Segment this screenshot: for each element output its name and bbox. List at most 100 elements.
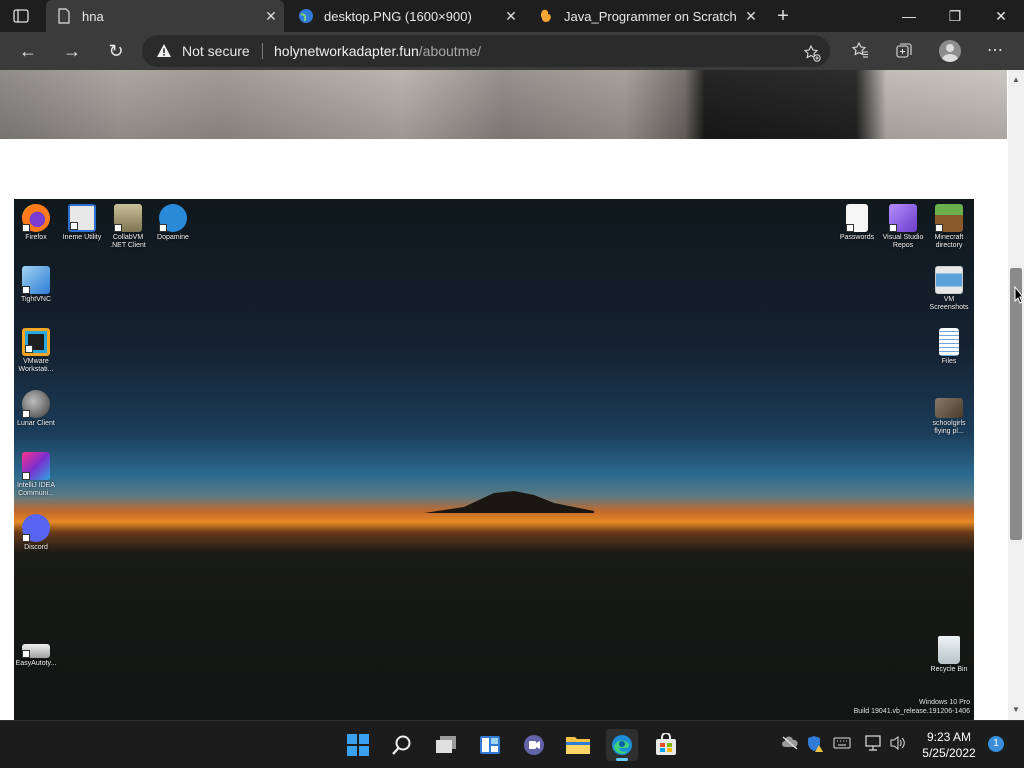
windows-watermark: Windows 10 Pro Build 19041.vb_release.19… — [854, 698, 970, 716]
tab-actions-icon[interactable] — [12, 7, 30, 25]
system-clock[interactable]: 9:23 AM 5/25/2022 — [914, 729, 984, 761]
more-icon[interactable]: ⋯ — [985, 41, 1005, 61]
tab-title: hna — [82, 8, 104, 24]
desktop-icon-files: Files — [925, 328, 973, 366]
close-window-button[interactable]: ✕ — [978, 0, 1024, 32]
tab-hna[interactable]: hna ✕ — [46, 0, 284, 32]
tab-title: Java_Programmer on Scratch — [564, 8, 737, 24]
back-button[interactable]: ← — [13, 36, 43, 66]
keyboard-icon[interactable] — [832, 735, 852, 755]
web-page: Firefox Ineme Utility CollabVM .NET Clie… — [0, 70, 1008, 720]
defender-warning-icon[interactable] — [805, 735, 825, 755]
desktop-icon-label: Minecraft directory — [934, 234, 964, 249]
desktop-icon-minecraft: Minecraft directory — [925, 204, 973, 250]
intellij-icon — [22, 452, 50, 480]
browser-tab-strip: hna ✕ desktop.PNG (1600×900) ✕ Java_Prog… — [0, 0, 1024, 32]
mouse-cursor-icon — [1014, 286, 1024, 304]
file-explorer-icon[interactable] — [562, 729, 594, 761]
desktop-icon-label: Lunar Client — [17, 420, 55, 427]
task-view-icon[interactable] — [430, 729, 462, 761]
tab-desktop-png[interactable]: desktop.PNG (1600×900) ✕ — [288, 0, 524, 32]
url-text[interactable]: holynetworkadapter.fun/aboutme/ — [274, 43, 481, 59]
recycle-bin-icon — [938, 636, 960, 664]
desktop-icon-label: Ineme Utility — [62, 234, 102, 241]
desktop-icon-label: EasyAutoty... — [15, 660, 57, 667]
volume-icon[interactable] — [888, 735, 908, 755]
refresh-button[interactable]: ↻ — [101, 36, 131, 66]
page-icon — [56, 8, 72, 24]
scrollbar-thumb[interactable] — [1010, 268, 1022, 540]
cloud-offline-icon[interactable] — [780, 735, 800, 755]
desktop-icon-label: IntelliJ IDEA Communi... — [16, 482, 56, 497]
moon-icon — [22, 390, 50, 418]
desktop-icon-label: CollabVM .NET Client — [110, 234, 146, 249]
vmware-icon — [22, 328, 50, 356]
scroll-up-icon[interactable]: ▲ — [1008, 72, 1024, 88]
address-toolbar: ← → ↻ Not secure holynetworkadapter.fun/… — [0, 32, 1024, 70]
tab-title: desktop.PNG (1600×900) — [324, 8, 472, 24]
desktop-icon-dopamine: Dopamine — [149, 204, 197, 242]
start-icon[interactable] — [342, 729, 374, 761]
address-bar[interactable]: Not secure holynetworkadapter.fun/aboutm… — [142, 35, 830, 67]
favorites-icon[interactable] — [850, 41, 870, 61]
desktop-icon-label: Recycle Bin — [930, 666, 968, 673]
desktop-icon-discord: Discord — [14, 514, 60, 552]
firefox-icon — [22, 204, 50, 232]
document-icon — [939, 328, 959, 356]
desktop-icon-label: Firefox — [25, 234, 47, 241]
desktop-icon-lunar: Lunar Client — [14, 390, 60, 428]
desktop-icon-label: VMware Workstati... — [18, 358, 54, 373]
desktop-icon-label: TightVNC — [20, 296, 52, 303]
desktop-icon-easyautotype: EasyAutoty... — [14, 636, 60, 668]
divider — [262, 43, 263, 59]
text-file-icon — [846, 204, 868, 232]
restore-button[interactable]: ❐ — [932, 0, 978, 32]
screen: hna ✕ desktop.PNG (1600×900) ✕ Java_Prog… — [0, 0, 1024, 768]
teams-chat-icon[interactable] — [518, 729, 550, 761]
visual-studio-icon — [889, 204, 917, 232]
desktop-icon-passwords: Passwords — [833, 204, 881, 242]
taskbar: 9:23 AM 5/25/2022 1 — [0, 720, 1024, 768]
collections-icon[interactable] — [894, 41, 914, 61]
clock-time: 9:23 AM — [926, 730, 972, 744]
profile-avatar[interactable] — [939, 40, 961, 62]
desktop-icon-vmware: VMware Workstati... — [14, 328, 60, 374]
close-tab-icon[interactable]: ✕ — [498, 3, 524, 29]
minimize-button[interactable]: — — [886, 0, 932, 32]
security-status[interactable]: Not secure — [182, 43, 250, 59]
new-tab-button[interactable]: + — [771, 4, 795, 28]
desktop-icon-label: Dopamine — [157, 234, 189, 241]
discord-icon — [22, 514, 50, 542]
image-file-icon — [935, 266, 963, 294]
close-tab-icon[interactable]: ✕ — [738, 3, 764, 29]
grass-block-icon — [935, 204, 963, 232]
desktop-icon-ineme: Ineme Utility — [58, 204, 106, 242]
desktop-icon-label: Passwords — [839, 234, 875, 241]
notification-badge[interactable]: 1 — [988, 736, 1004, 752]
scroll-down-icon[interactable]: ▼ — [1008, 702, 1024, 718]
forward-button[interactable]: → — [57, 36, 87, 66]
desktop-icon-label: schoolgirls flying pl... — [932, 420, 966, 435]
add-favorite-icon[interactable] — [802, 44, 822, 64]
tab-scratch[interactable]: Java_Programmer on Scratch ✕ — [528, 0, 764, 32]
tightvnc-icon — [22, 266, 50, 294]
desktop-icon-image-file: schoolgirls flying pl... — [925, 398, 973, 436]
store-icon[interactable] — [650, 729, 682, 761]
mountain-silhouette — [424, 491, 594, 513]
window-app-icon — [68, 204, 96, 232]
edge-icon[interactable] — [606, 729, 638, 761]
vertical-scrollbar[interactable]: ▲ ▼ — [1008, 70, 1024, 720]
desktop-icon-label: Files — [941, 358, 957, 365]
close-tab-icon[interactable]: ✕ — [258, 3, 284, 29]
search-icon[interactable] — [386, 729, 418, 761]
warning-icon[interactable] — [156, 43, 172, 59]
desktop-icon-vm-screenshots: VM Screenshots — [925, 266, 973, 312]
clock-date: 5/25/2022 — [922, 746, 976, 760]
network-icon[interactable] — [863, 735, 883, 755]
desktop-icon-label: Visual Studio Repos — [882, 234, 924, 249]
url-path: /aboutme/ — [418, 43, 482, 59]
headphones-icon — [159, 204, 187, 232]
widgets-icon[interactable] — [474, 729, 506, 761]
scratch-icon — [538, 8, 554, 24]
desktop-icon-firefox: Firefox — [14, 204, 60, 242]
